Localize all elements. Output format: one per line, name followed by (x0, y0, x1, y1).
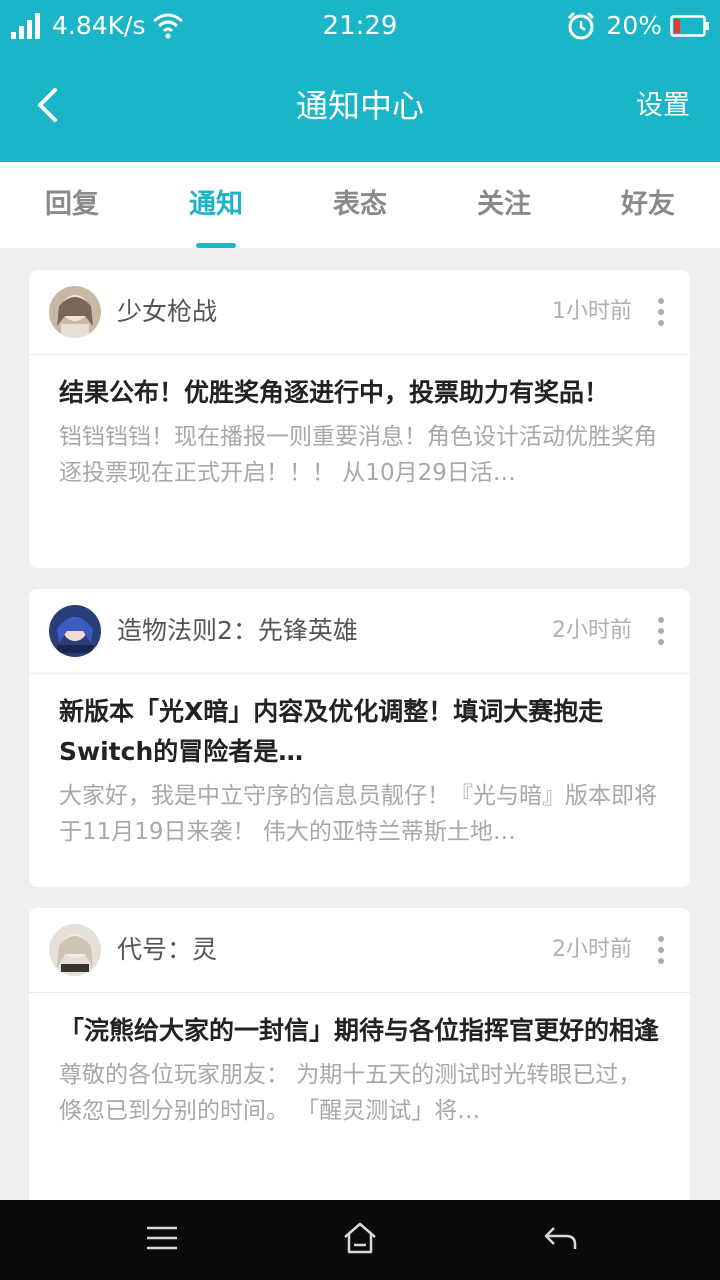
notification-preview: 铛铛铛铛！现在播报一则重要消息！角色设计活动优胜奖角逐投票现在正式开启！！！ 从… (59, 424, 657, 486)
back-nav-button[interactable] (536, 1216, 584, 1264)
back-arrow-icon (542, 1224, 578, 1256)
home-icon (342, 1221, 378, 1259)
page-title: 通知中心 (295, 87, 424, 125)
active-tab-indicator (196, 243, 236, 248)
settings-button[interactable]: 设置 (636, 86, 690, 126)
notification-card[interactable]: 代号：灵 2小时前 「浣熊给大家的一封信」期待与各位指挥官更好的相逢 尊敬的各位… (29, 908, 690, 1228)
tab-label: 表态 (333, 189, 387, 220)
tab-label: 关注 (477, 189, 531, 220)
tab-reply[interactable]: 回复 (0, 162, 144, 248)
source-name: 造物法则2：先锋英雄 (117, 616, 358, 645)
more-options-icon[interactable] (652, 292, 670, 332)
notification-preview: 尊敬的各位玩家朋友： 为期十五天的测试时光转眼已过，倏忽已到分别的时间。 「醒灵… (59, 1062, 642, 1124)
alarm-icon (566, 11, 596, 41)
menu-icon (145, 1225, 179, 1255)
timestamp: 2小时前 (552, 937, 632, 962)
battery-icon (670, 15, 710, 37)
card-header: 造物法则2：先锋英雄 2小时前 (29, 589, 690, 674)
card-header: 代号：灵 2小时前 (29, 908, 690, 993)
timestamp: 2小时前 (552, 618, 632, 643)
avatar[interactable] (49, 286, 101, 338)
tab-follow[interactable]: 关注 (432, 162, 576, 248)
tab-label: 通知 (189, 189, 243, 220)
avatar[interactable] (49, 924, 101, 976)
status-bar: 4.84K/s 21:29 20% (0, 0, 720, 52)
header-bar: 通知中心 设置 (0, 52, 720, 162)
notification-title: 新版本「光X暗」内容及优化调整！填词大赛抱走Switch的冒险者是… (59, 697, 604, 766)
tab-bar: 回复 通知 表态 关注 好友 (0, 162, 720, 248)
tab-label: 好友 (621, 189, 675, 220)
notification-preview: 大家好，我是中立守序的信息员靓仔！『光与暗』版本即将于11月19日来袭！ 伟大的… (59, 783, 657, 845)
tab-friends[interactable]: 好友 (576, 162, 720, 248)
timestamp: 1小时前 (552, 299, 632, 324)
tab-reaction[interactable]: 表态 (288, 162, 432, 248)
battery-percent: 20% (606, 11, 662, 40)
more-options-icon[interactable] (652, 611, 670, 651)
menu-button[interactable] (138, 1216, 186, 1264)
source-name: 代号：灵 (117, 935, 218, 964)
notification-card[interactable]: 少女枪战 1小时前 结果公布！优胜奖角逐进行中，投票助力有奖品！ 铛铛铛铛！现在… (29, 270, 690, 568)
card-header: 少女枪战 1小时前 (29, 270, 690, 355)
notification-title: 结果公布！优胜奖角逐进行中，投票助力有奖品！ (59, 378, 610, 407)
system-nav-bar (0, 1200, 720, 1280)
notification-card[interactable]: 造物法则2：先锋英雄 2小时前 新版本「光X暗」内容及优化调整！填词大赛抱走Sw… (29, 589, 690, 887)
source-name: 少女枪战 (117, 297, 218, 326)
home-button[interactable] (336, 1216, 384, 1264)
tab-label: 回复 (45, 189, 99, 220)
avatar[interactable] (49, 605, 101, 657)
tab-notice[interactable]: 通知 (144, 162, 288, 248)
more-options-icon[interactable] (652, 930, 670, 970)
notification-title: 「浣熊给大家的一封信」期待与各位指挥官更好的相逢 (59, 1016, 660, 1045)
